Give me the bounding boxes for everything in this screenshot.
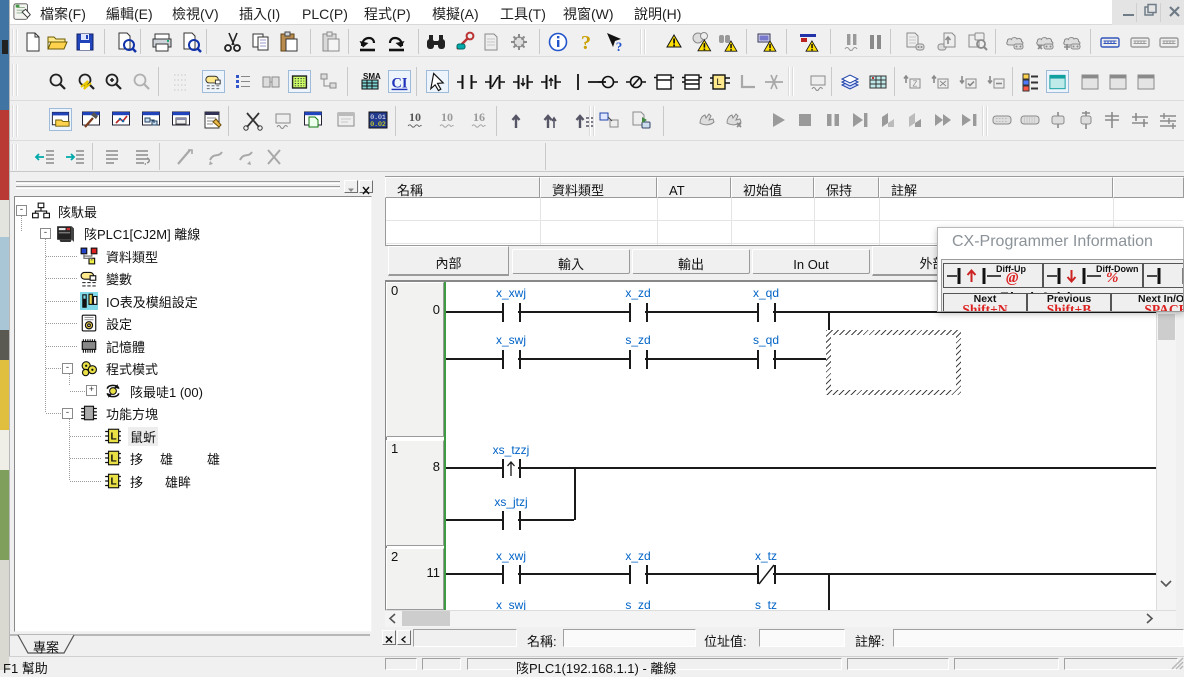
svg-text:CI: CI [392,75,408,91]
svg-text:?: ? [615,39,622,53]
svg-text:0.01: 0.01 [370,114,386,121]
svg-text:Z: Z [912,79,917,88]
svg-text:L: L [110,453,116,464]
svg-text:10: 10 [409,110,421,124]
svg-text:L: L [110,476,116,487]
svg-text:?: ? [581,32,591,53]
svg-text:10: 10 [441,110,453,124]
svg-text:L: L [110,431,116,442]
svg-text:L: L [716,77,721,87]
svg-text:16: 16 [473,110,485,124]
svg-text:0.02: 0.02 [370,121,386,128]
